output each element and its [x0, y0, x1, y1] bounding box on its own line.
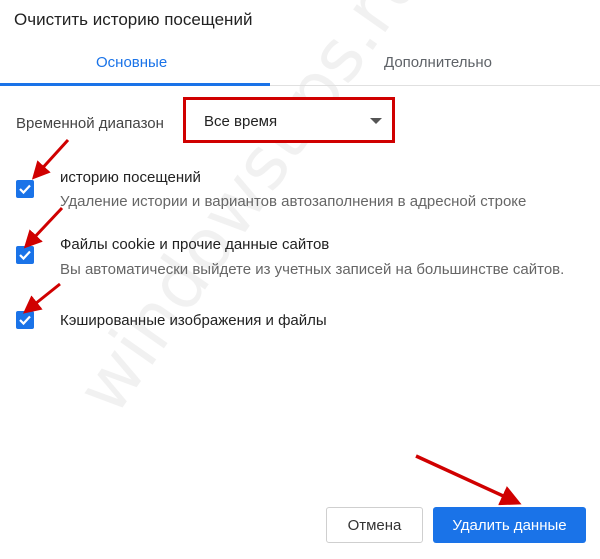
history-option-title: историю посещений — [60, 169, 201, 186]
delete-data-button[interactable]: Удалить данные — [433, 507, 586, 543]
check-icon — [19, 315, 31, 326]
history-option-description: Удаление истории и вариантов автозаполне… — [60, 193, 527, 210]
arrow-cookies-icon — [23, 206, 64, 249]
cookies-option-title: Файлы cookie и прочие данные сайтов — [60, 236, 330, 253]
check-icon — [19, 184, 31, 195]
arrow-delete-button-icon — [415, 454, 522, 506]
tab-basic[interactable]: Основные — [96, 54, 167, 71]
cookies-option-description: Вы автоматически выйдете из учетных запи… — [60, 261, 565, 278]
cache-option-title: Кэшированные изображения и файлы — [60, 312, 327, 329]
cache-checkbox[interactable] — [16, 311, 34, 329]
active-tab-indicator — [0, 83, 270, 86]
history-checkbox[interactable] — [16, 180, 34, 198]
time-range-value: Все время — [204, 113, 278, 130]
cancel-button[interactable]: Отмена — [326, 507, 423, 543]
chevron-down-icon — [370, 118, 382, 124]
check-icon — [19, 250, 31, 261]
time-range-label: Временной диапазон — [16, 115, 164, 132]
clear-history-dialog: windowstips.ru Очистить историю посещени… — [0, 0, 600, 559]
time-range-select[interactable]: Все время — [183, 97, 395, 143]
cookies-checkbox[interactable] — [16, 246, 34, 264]
dialog-title: Очистить историю посещений — [14, 10, 253, 29]
arrow-cache-icon — [22, 282, 61, 314]
tab-advanced[interactable]: Дополнительно — [384, 54, 492, 71]
